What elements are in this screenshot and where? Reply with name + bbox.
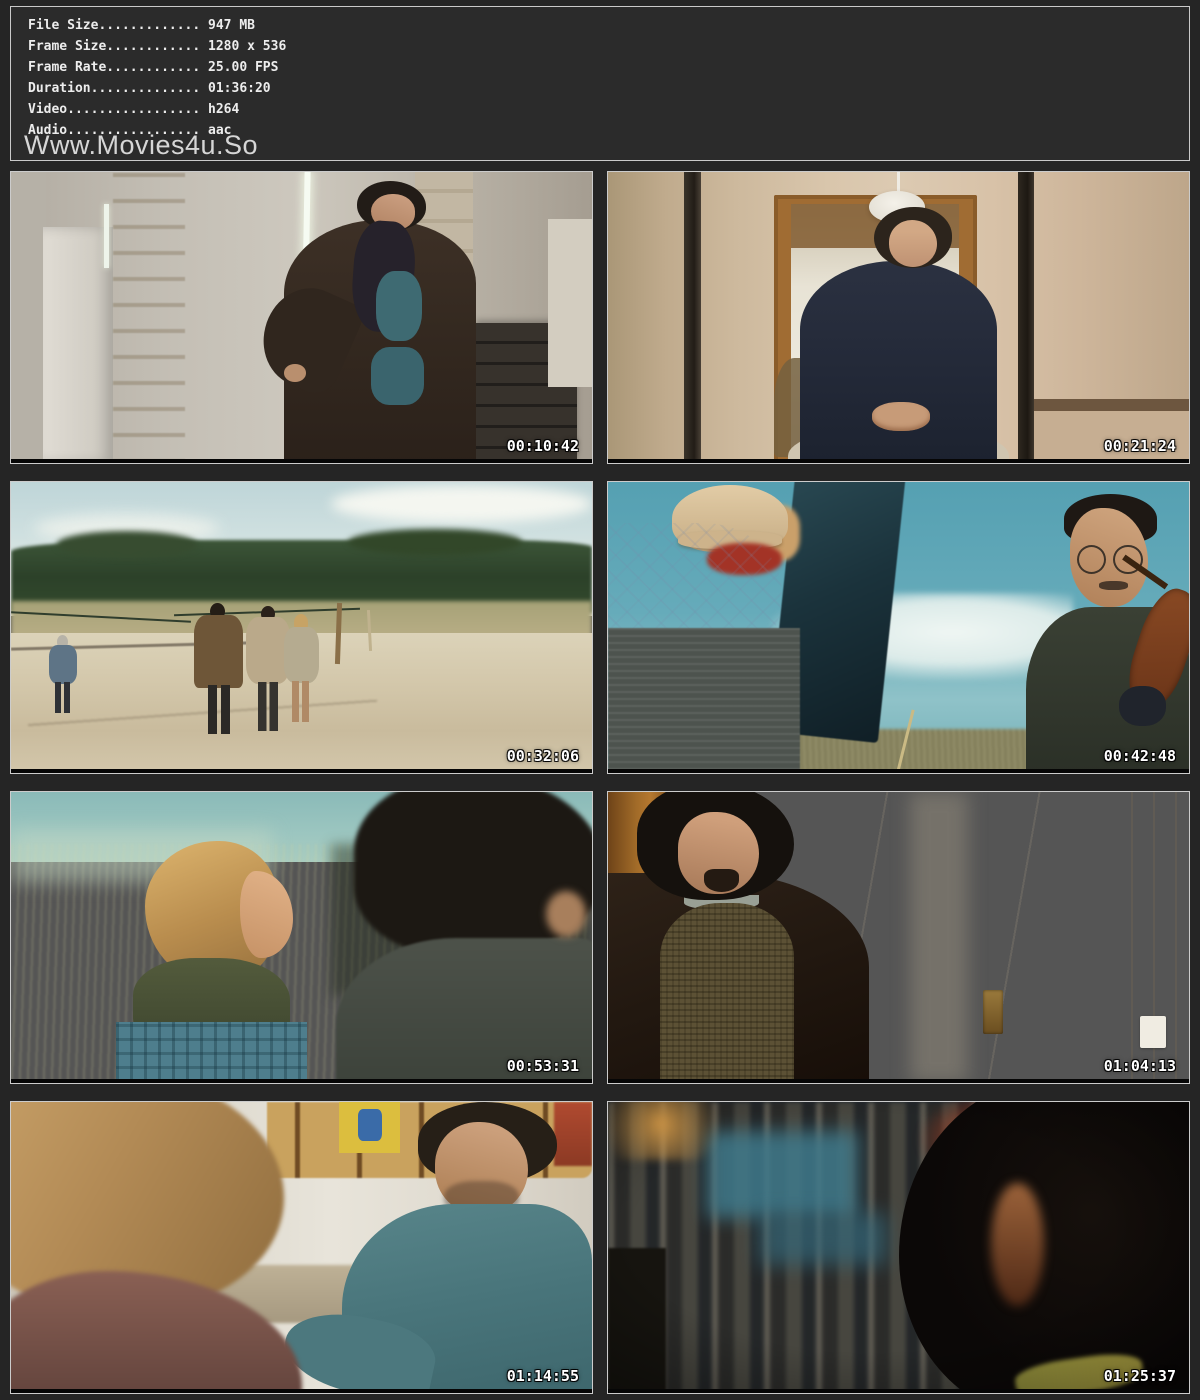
man-sweater [800,261,998,463]
letterbox-bar [608,769,1189,773]
screenshot-sheet: File Size.............947 MB Frame Size.… [0,0,1200,1400]
light-switch [1140,1016,1166,1048]
blonde-woman [284,614,319,722]
timestamp-overlay: 00:10:42 [507,439,579,454]
man-hand [284,364,306,381]
screenshot-4: 00:42:48 [607,481,1190,774]
info-line-duration: Duration..............01:36:20 [28,78,1189,99]
blue-figure-art [358,1109,381,1141]
timestamp-overlay: 00:21:24 [1104,439,1176,454]
dot-leader: ............ [106,60,200,75]
info-value: 25.00 FPS [200,60,278,75]
white-column [43,227,113,463]
tree-canopy [348,529,522,555]
teal-shirt [371,347,423,405]
timestamp-overlay: 01:14:55 [507,1369,579,1384]
wainscot-rail [1034,399,1189,411]
info-value: 01:36:20 [200,81,270,96]
letterbox-bar [11,1079,592,1083]
info-value: h264 [200,102,239,117]
info-line-frame-rate: Frame Rate............25.00 FPS [28,57,1189,78]
timestamp-overlay: 01:04:13 [1104,1059,1176,1074]
site-watermark: Www.Movies4u.So [24,131,258,160]
letterbox-bar [11,769,592,773]
red-textile [554,1102,592,1166]
mustache [1099,581,1128,590]
plaid-jacket [116,1022,308,1083]
screenshot-3: 00:32:06 [10,481,593,774]
dot-leader: .............. [91,81,201,96]
screenshot-6: 01:04:13 [607,791,1190,1084]
man-face [889,220,938,267]
door-edge [684,172,701,463]
person-legs [292,681,309,722]
person-legs [258,682,278,731]
man-brown-coat [194,603,243,734]
info-line-video: Video.................h264 [28,99,1189,120]
wall-shadow [910,792,968,1083]
info-line-frame-size: Frame Size............1280 x 536 [28,36,1189,57]
media-info-panel: File Size.............947 MB Frame Size.… [10,6,1190,161]
dot-leader: ............ [106,39,200,54]
info-label: Frame Rate [28,60,106,75]
hand [1119,686,1165,727]
timestamp-overlay: 01:25:37 [1104,1369,1176,1384]
dot-leader: ............. [98,18,200,33]
person-body [49,645,77,684]
person-body [194,615,243,688]
person-legs [208,685,230,733]
teal-shirt [376,271,422,341]
info-label: Duration [28,81,91,96]
knit-sweater [660,903,794,1083]
screenshot-8: 01:25:37 [607,1101,1190,1394]
person-body [284,627,319,683]
vignette [608,1102,1189,1393]
person-legs [55,682,70,713]
lamp-cord [897,172,900,192]
brick-pillar [113,172,186,463]
letterbox-bar [11,1389,592,1393]
letterbox-bar [608,459,1189,463]
letterbox-bar [11,459,592,463]
screenshot-7: 01:14:55 [10,1101,593,1394]
door-edge [1018,172,1034,463]
timestamp-overlay: 00:32:06 [507,749,579,764]
neon-light-strip [104,204,109,268]
wall-column [11,172,46,463]
timestamp-overlay: 00:53:31 [507,1059,579,1074]
letterbox-bar [608,1079,1189,1083]
screenshot-2: 00:21:24 [607,171,1190,464]
person-blue-jacket [49,635,77,714]
info-label: File Size [28,18,98,33]
tree-canopy [57,531,196,557]
letterbox-bar [608,1389,1189,1393]
gray-coat [608,628,800,774]
screenshot-5: 00:53:31 [10,791,593,1084]
brass-lock-plate [983,990,1003,1034]
info-label: Frame Size [28,39,106,54]
info-line-file-size: File Size.............947 MB [28,15,1189,36]
info-label: Video [28,102,67,117]
dune-grass [753,729,1073,773]
timestamp-overlay: 00:42:48 [1104,749,1176,764]
doorway [548,219,592,388]
dot-leader: ................. [67,102,200,117]
screenshot-grid: 00:10:42 00:21:24 [10,171,1190,1394]
info-value: 947 MB [200,18,255,33]
clasped-hands [872,402,930,431]
screenshot-1: 00:10:42 [10,171,593,464]
info-value: 1280 x 536 [200,39,286,54]
glasses-lens [1077,545,1106,574]
cloud [331,485,592,523]
